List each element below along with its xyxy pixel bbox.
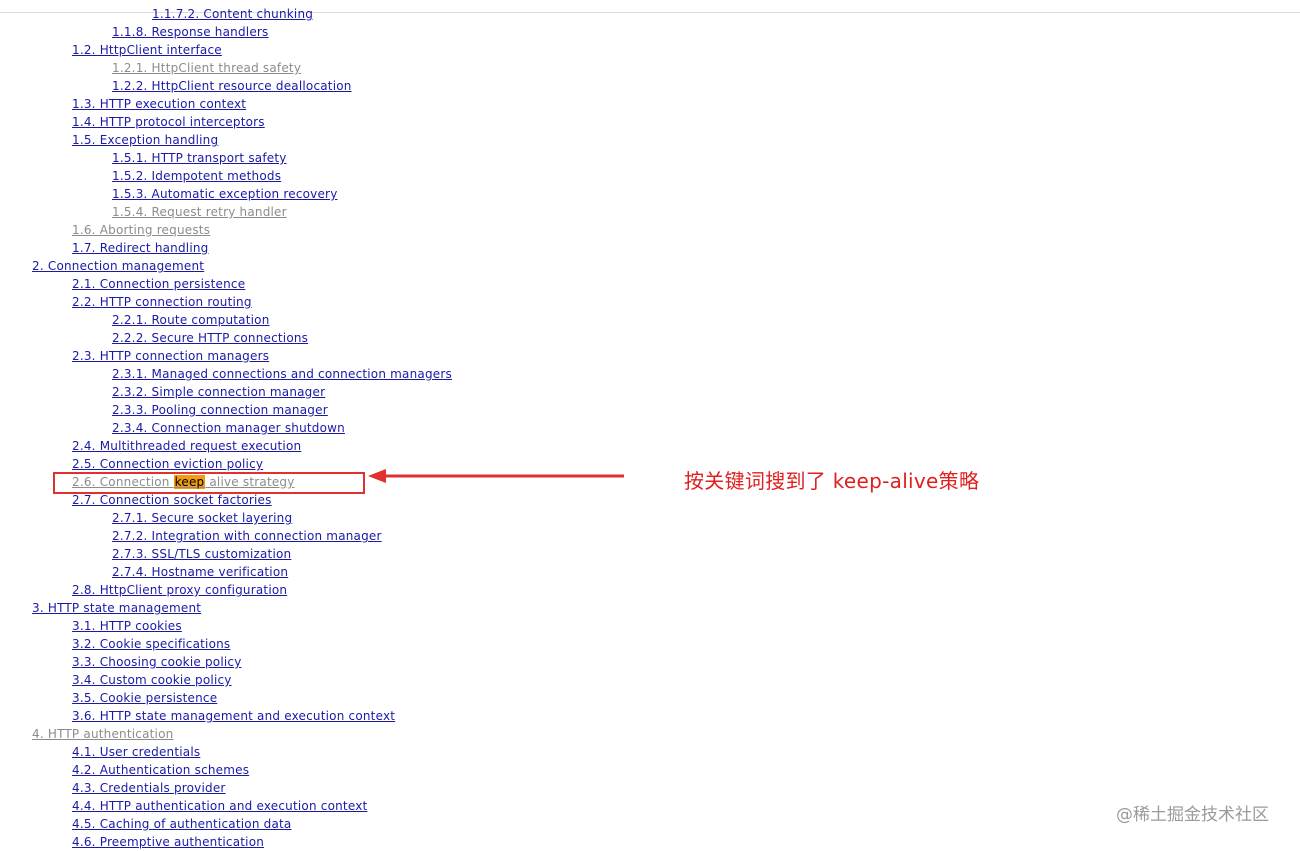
toc-item: 2.3.4. Connection manager shutdown	[0, 419, 1300, 437]
toc-link[interactable]: 2.3.3. Pooling connection manager	[112, 403, 328, 417]
toc-item: 1.1.8. Response handlers	[0, 23, 1300, 41]
toc-link[interactable]: 1.5. Exception handling	[72, 133, 218, 147]
toc-link[interactable]: 2.7.4. Hostname verification	[112, 565, 288, 579]
toc-link[interactable]: 2.1. Connection persistence	[72, 277, 245, 291]
toc-item: 2.3.1. Managed connections and connectio…	[0, 365, 1300, 383]
toc-item: 1.5.4. Request retry handler	[0, 203, 1300, 221]
toc-link[interactable]: 2.4. Multithreaded request execution	[72, 439, 301, 453]
toc-item: 4.1. User credentials	[0, 743, 1300, 761]
toc-link[interactable]: 1.5.3. Automatic exception recovery	[112, 187, 338, 201]
toc-link[interactable]: 2.3.1. Managed connections and connectio…	[112, 367, 452, 381]
toc-item: 1.5. Exception handling	[0, 131, 1300, 149]
toc-item: 2. Connection management	[0, 257, 1300, 275]
toc-item: 4. HTTP authentication	[0, 725, 1300, 743]
toc-item: 3.5. Cookie persistence	[0, 689, 1300, 707]
toc-link[interactable]: 1.3. HTTP execution context	[72, 97, 246, 111]
toc-link[interactable]: 4.3. Credentials provider	[72, 781, 226, 795]
toc-link[interactable]: 4.4. HTTP authentication and execution c…	[72, 799, 367, 813]
toc-item: 1.5.3. Automatic exception recovery	[0, 185, 1300, 203]
toc-item: 2.7.2. Integration with connection manag…	[0, 527, 1300, 545]
arrow-left-icon	[368, 469, 624, 483]
toc-link[interactable]: 2.7.3. SSL/TLS customization	[112, 547, 291, 561]
toc-link[interactable]: 3.3. Choosing cookie policy	[72, 655, 242, 669]
toc-link[interactable]: 2.7.2. Integration with connection manag…	[112, 529, 382, 543]
toc-link[interactable]: 1.7. Redirect handling	[72, 241, 209, 255]
toc-link[interactable]: 2. Connection management	[32, 259, 204, 273]
toc-item: 3.3. Choosing cookie policy	[0, 653, 1300, 671]
toc-item: 2.2. HTTP connection routing	[0, 293, 1300, 311]
toc-link[interactable]: 1.5.1. HTTP transport safety	[112, 151, 287, 165]
toc-item: 1.7. Redirect handling	[0, 239, 1300, 257]
toc-item: 2.3.3. Pooling connection manager	[0, 401, 1300, 419]
toc-link[interactable]: 1.4. HTTP protocol interceptors	[72, 115, 265, 129]
toc-link[interactable]: 2.8. HttpClient proxy configuration	[72, 583, 287, 597]
toc-link[interactable]: 3.5. Cookie persistence	[72, 691, 217, 705]
toc-item: 2.8. HttpClient proxy configuration	[0, 581, 1300, 599]
toc-item: 3.6. HTTP state management and execution…	[0, 707, 1300, 725]
toc-link[interactable]: 3.6. HTTP state management and execution…	[72, 709, 395, 723]
toc-item: 2.7.4. Hostname verification	[0, 563, 1300, 581]
toc-link[interactable]: 2.3.2. Simple connection manager	[112, 385, 325, 399]
toc-item: 2.2.1. Route computation	[0, 311, 1300, 329]
toc-item: 2.3.2. Simple connection manager	[0, 383, 1300, 401]
toc-item: 2.2.2. Secure HTTP connections	[0, 329, 1300, 347]
toc-item: 4.6. Preemptive authentication	[0, 833, 1300, 851]
toc-link[interactable]: 2.2. HTTP connection routing	[72, 295, 252, 309]
toc-item: 2.7.1. Secure socket layering	[0, 509, 1300, 527]
toc-link[interactable]: 2.2.1. Route computation	[112, 313, 270, 327]
toc-link[interactable]: 3.4. Custom cookie policy	[72, 673, 232, 687]
toc-item: 3.2. Cookie specifications	[0, 635, 1300, 653]
toc-item: 1.3. HTTP execution context	[0, 95, 1300, 113]
toc-link[interactable]: 1.5.2. Idempotent methods	[112, 169, 281, 183]
toc-link[interactable]: 4.6. Preemptive authentication	[72, 835, 264, 849]
toc-item: 2.7.3. SSL/TLS customization	[0, 545, 1300, 563]
toc-item: 1.6. Aborting requests	[0, 221, 1300, 239]
toc-item: 2.3. HTTP connection managers	[0, 347, 1300, 365]
watermark: @稀土掘金技术社区	[1116, 805, 1269, 825]
toc-item: 4.4. HTTP authentication and execution c…	[0, 797, 1300, 815]
toc-item: 1.1.7.2. Content chunking	[0, 5, 1300, 23]
toc-link[interactable]: 1.1.7.2. Content chunking	[152, 7, 313, 21]
toc-link[interactable]: 2.7. Connection socket factories	[72, 493, 272, 507]
toc-link[interactable]: 2.2.2. Secure HTTP connections	[112, 331, 308, 345]
toc-item: 4.5. Caching of authentication data	[0, 815, 1300, 833]
toc-link[interactable]: 1.5.4. Request retry handler	[112, 205, 287, 219]
toc-item: 2.1. Connection persistence	[0, 275, 1300, 293]
toc-link[interactable]: 1.6. Aborting requests	[72, 223, 210, 237]
toc-link[interactable]: 1.2. HttpClient interface	[72, 43, 222, 57]
toc-link[interactable]: 4.1. User credentials	[72, 745, 200, 759]
toc-link[interactable]: 4.5. Caching of authentication data	[72, 817, 291, 831]
toc-link[interactable]: 1.2.1. HttpClient thread safety	[112, 61, 301, 75]
toc-link[interactable]: 3. HTTP state management	[32, 601, 201, 615]
toc-item: 1.4. HTTP protocol interceptors	[0, 113, 1300, 131]
toc-item: 1.2.2. HttpClient resource deallocation	[0, 77, 1300, 95]
toc-link[interactable]: 4.2. Authentication schemes	[72, 763, 249, 777]
highlight-box	[53, 472, 365, 494]
table-of-contents: 1.1.7.2. Content chunking 1.1.8. Response…	[0, 5, 1300, 851]
annotation-note: 按关键词搜到了 keep-alive策略	[684, 469, 980, 493]
toc-item: 3.1. HTTP cookies	[0, 617, 1300, 635]
toc-item: 2.4. Multithreaded request execution	[0, 437, 1300, 455]
toc-item: 2.5. Connection eviction policy	[0, 455, 1300, 473]
toc-item: 3.4. Custom cookie policy	[0, 671, 1300, 689]
toc-link[interactable]: 3.2. Cookie specifications	[72, 637, 230, 651]
toc-link[interactable]: 1.2.2. HttpClient resource deallocation	[112, 79, 352, 93]
toc-item: 4.3. Credentials provider	[0, 779, 1300, 797]
toc-link[interactable]: 4. HTTP authentication	[32, 727, 173, 741]
toc-item: 1.2.1. HttpClient thread safety	[0, 59, 1300, 77]
toc-item: 4.2. Authentication schemes	[0, 761, 1300, 779]
toc-link[interactable]: 2.3.4. Connection manager shutdown	[112, 421, 345, 435]
toc-item: 1.2. HttpClient interface	[0, 41, 1300, 59]
toc-link[interactable]: 2.3. HTTP connection managers	[72, 349, 269, 363]
toc-link[interactable]: 2.5. Connection eviction policy	[72, 457, 263, 471]
toc-link[interactable]: 2.7.1. Secure socket layering	[112, 511, 292, 525]
toc-link[interactable]: 1.1.8. Response handlers	[112, 25, 269, 39]
toc-item: 1.5.1. HTTP transport safety	[0, 149, 1300, 167]
toc-item: 1.5.2. Idempotent methods	[0, 167, 1300, 185]
toc-item: 3. HTTP state management	[0, 599, 1300, 617]
toc-link[interactable]: 3.1. HTTP cookies	[72, 619, 182, 633]
